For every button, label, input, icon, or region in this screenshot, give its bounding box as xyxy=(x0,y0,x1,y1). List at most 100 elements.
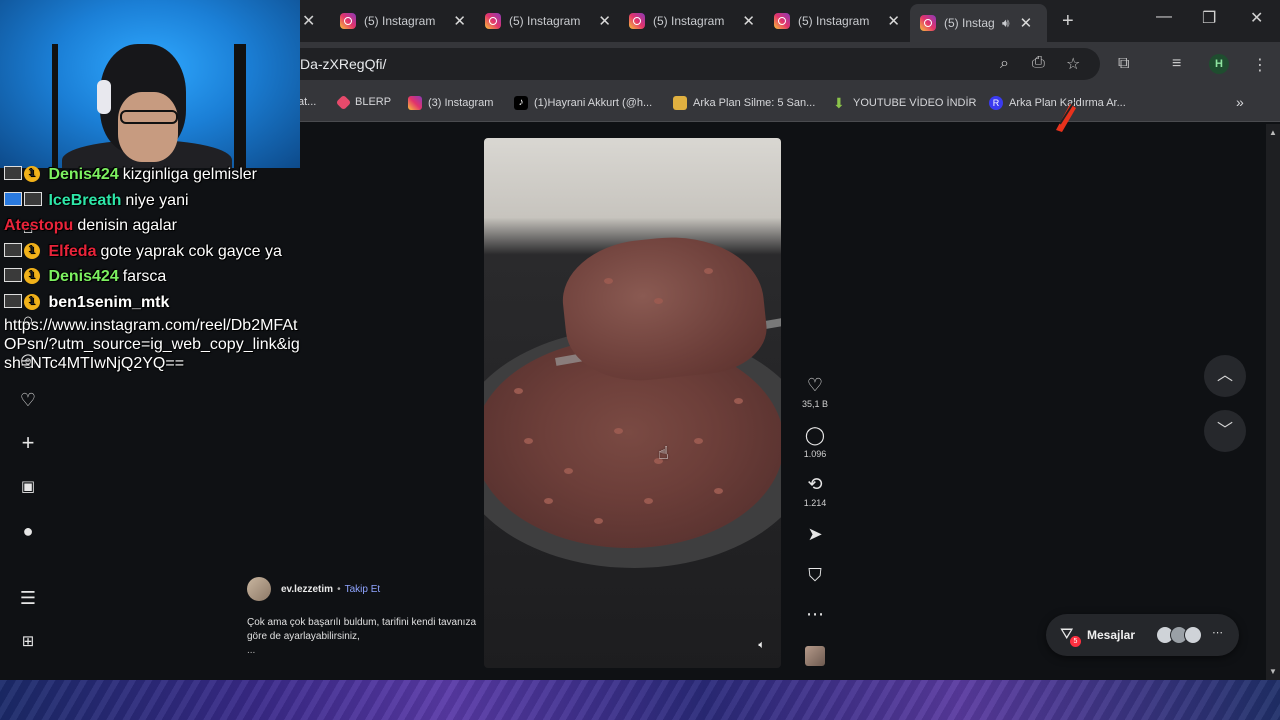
more-dots-icon: ⋯ xyxy=(1212,627,1223,639)
caption-more-link[interactable]: ... xyxy=(247,645,255,656)
close-tab-icon[interactable]: ✕ xyxy=(1020,14,1033,32)
speaker-icon[interactable]: 🔊︎ xyxy=(1002,16,1010,31)
chat-message: 1 ben1senim_mtk xyxy=(4,290,302,316)
media-control-icon[interactable]: ≡ xyxy=(1172,55,1181,73)
menu-kebab-icon[interactable]: ⋮ xyxy=(1252,55,1268,75)
webcam-overlay xyxy=(0,0,300,168)
previous-reel-button[interactable]: ︿ xyxy=(1204,355,1246,397)
chat-message: Atestopu denisin agalar xyxy=(4,213,302,239)
bookmark-item[interactable]: (3) Instagram xyxy=(408,96,493,110)
share-button[interactable]: ➤ xyxy=(800,524,830,544)
bookmark-item[interactable]: Arka Plan Silme: 5 San... xyxy=(673,96,815,110)
reel-caption: Çok ama çok başarılı buldum, tarifini ke… xyxy=(247,617,476,642)
tab-title: (5) Instagram xyxy=(653,14,725,28)
minimize-icon[interactable]: — xyxy=(1156,8,1172,26)
create-plus-icon[interactable]: + xyxy=(18,432,38,454)
bookmark-item[interactable]: ♪ (1)Hayrani Akkurt (@h... xyxy=(514,96,652,110)
browser-tab[interactable]: (5) Instagram ✕ xyxy=(629,6,755,36)
audio-thumbnail[interactable] xyxy=(805,646,825,666)
messages-label: Mesajlar xyxy=(1087,628,1136,642)
install-app-icon[interactable]: ⎙ xyxy=(1032,54,1045,72)
instagram-icon xyxy=(408,96,422,110)
dashboard-icon[interactable]: ▣ xyxy=(18,477,38,497)
save-button[interactable]: ⛉ xyxy=(800,565,830,585)
like-button[interactable]: ♡ 35,1 B xyxy=(800,375,830,409)
address-bar[interactable]: Da-zXRegQfi/ ⌕ ⎙ ☆ xyxy=(270,48,1100,80)
chat-badges: 1 xyxy=(4,293,44,310)
stream-chat-overlay: 1 Denis424 kizginliga gelmisler IceBreath… xyxy=(4,162,302,373)
instagram-icon xyxy=(920,15,936,31)
chat-message: IceBreath niye yani xyxy=(4,188,302,214)
chat-text: farsca xyxy=(122,268,167,286)
heart-icon: ♡ xyxy=(806,375,824,395)
send-icon: ➤ xyxy=(807,524,823,544)
hand-cursor-icon: ☝ xyxy=(658,443,669,463)
streamer-face xyxy=(118,92,178,162)
profile-avatar-icon[interactable]: ● xyxy=(18,521,38,541)
browser-tab[interactable]: (5) Instagram ✕ xyxy=(774,6,900,36)
messages-button[interactable]: ⛛ 5 Mesajlar ⋯ xyxy=(1046,614,1239,656)
bookmark-star-icon[interactable]: ☆ xyxy=(1066,54,1080,74)
profile-avatar[interactable]: H xyxy=(1209,54,1229,74)
bookmark-item[interactable]: BLERP xyxy=(335,94,391,110)
notifications-heart-icon[interactable]: ♡ xyxy=(18,390,38,410)
browser-tab[interactable]: (5) Instagram ✕ xyxy=(485,6,611,36)
chat-username: Atestopu xyxy=(4,217,74,235)
chat-text: niye yani xyxy=(125,191,189,209)
tab-title: (5) Instagram xyxy=(509,14,581,28)
url-text[interactable]: Da-zXRegQfi/ xyxy=(300,56,386,72)
more-options-button[interactable]: ⋯ xyxy=(800,604,830,624)
r-logo-icon: R xyxy=(989,96,1003,110)
also-from-meta-icon[interactable]: ⊞ xyxy=(18,632,38,652)
close-tab-icon[interactable]: ✕ xyxy=(887,12,900,30)
close-tab-icon[interactable]: ✕ xyxy=(453,12,466,30)
scroll-up-icon[interactable]: ▲ xyxy=(1269,128,1277,137)
author-avatar[interactable] xyxy=(247,577,271,601)
extensions-icon[interactable]: ⧉ xyxy=(1118,55,1129,73)
bookmark-item[interactable]: at... xyxy=(298,96,316,108)
chat-badges: 1 xyxy=(4,268,44,285)
bookmark-label: at... xyxy=(298,96,317,108)
chat-text: kizginliga gelmisler xyxy=(122,166,257,183)
restore-icon[interactable]: ❐ xyxy=(1202,8,1216,28)
more-dots-icon: ⋯ xyxy=(806,604,824,624)
active-browser-tab[interactable]: (5) Instagr 🔊︎ ✕ xyxy=(910,4,1047,42)
browser-tab[interactable]: (5) Instagram ✕ xyxy=(340,6,466,36)
glasses xyxy=(120,110,178,124)
close-tab-icon[interactable]: ✕ xyxy=(302,11,315,31)
close-tab-icon[interactable]: ✕ xyxy=(742,12,755,30)
follow-button[interactable]: Takip Et xyxy=(345,584,381,595)
close-tab-icon[interactable]: ✕ xyxy=(598,12,611,30)
zoom-icon[interactable]: ⌕ xyxy=(1000,55,1009,73)
repost-count: 1.214 xyxy=(803,498,827,508)
page-scrollbar[interactable]: ▲ ▼ xyxy=(1266,124,1280,680)
repost-button[interactable]: ⟲ 1.214 xyxy=(800,474,830,508)
instagram-icon xyxy=(340,13,356,29)
tab-title: (5) Instagram xyxy=(798,14,870,28)
chevron-down-icon: ﹀ xyxy=(1216,422,1233,439)
instagram-icon xyxy=(629,13,645,29)
more-bookmarks-icon[interactable]: » xyxy=(1236,94,1244,110)
volume-icon[interactable]: 🔈︎ xyxy=(758,639,765,652)
author-username[interactable]: ev.lezzetim xyxy=(281,584,333,595)
instagram-icon xyxy=(485,13,501,29)
tab-title: (5) Instagr xyxy=(944,16,994,30)
new-tab-icon[interactable]: + xyxy=(1062,10,1074,33)
avatar xyxy=(1184,626,1202,644)
comment-button[interactable]: ◯ 1.096 xyxy=(800,425,830,459)
chat-text: gote yaprak cok gayce ya xyxy=(100,242,282,260)
chat-username: Denis424 xyxy=(48,268,119,286)
mic-stand xyxy=(234,44,246,168)
chat-message: 1 Denis424 farsca xyxy=(4,264,302,290)
bookmark-item[interactable]: ⬇ YOUTUBE VİDEO İNDİR xyxy=(833,96,976,110)
comment-icon: ◯ xyxy=(804,425,826,445)
bookmark-icon: ⛉ xyxy=(808,565,822,585)
more-menu-icon[interactable]: ☰ xyxy=(18,588,38,608)
bookmark-label: YOUTUBE VİDEO İNDİR xyxy=(853,97,977,109)
reel-video[interactable]: 🔈︎ xyxy=(484,138,781,668)
bookmark-label: (3) Instagram xyxy=(428,97,494,109)
scroll-down-icon[interactable]: ▼ xyxy=(1269,667,1277,676)
next-reel-button[interactable]: ﹀ xyxy=(1204,410,1246,452)
chat-badges xyxy=(4,191,44,206)
close-window-icon[interactable]: ✕ xyxy=(1250,8,1263,28)
